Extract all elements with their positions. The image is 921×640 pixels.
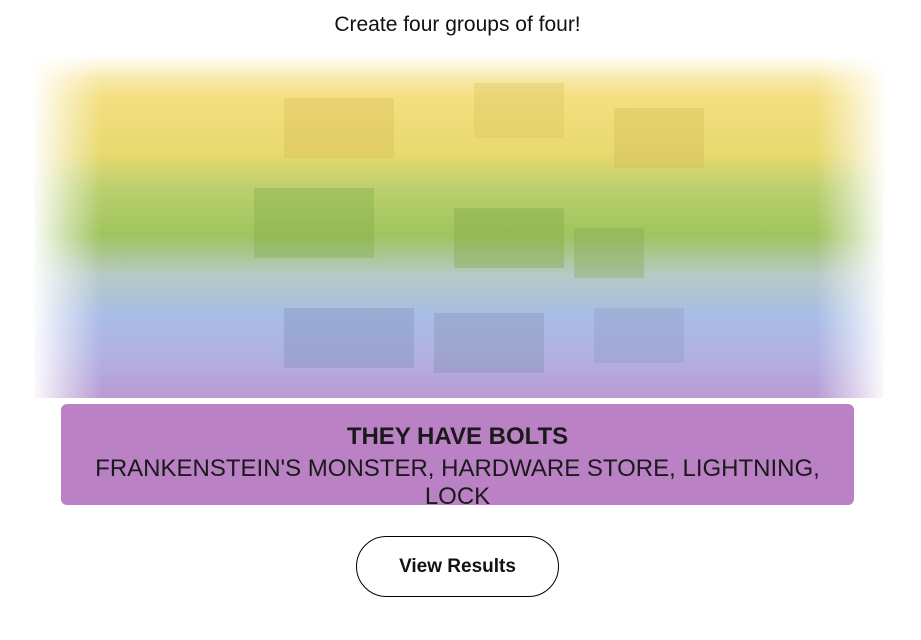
solved-group-members: FRANKENSTEIN'S MONSTER, HARDWARE STORE, … [95, 455, 820, 510]
solved-group-title: THEY HAVE BOLTS [346, 423, 569, 450]
solved-group-purple: THEY HAVE BOLTS FRANKENSTEIN'S MONSTER, … [61, 404, 854, 510]
view-results-button[interactable]: View Results [356, 536, 559, 597]
blurred-game-board [34, 58, 884, 398]
game-instruction: Create four groups of four! [334, 13, 581, 36]
